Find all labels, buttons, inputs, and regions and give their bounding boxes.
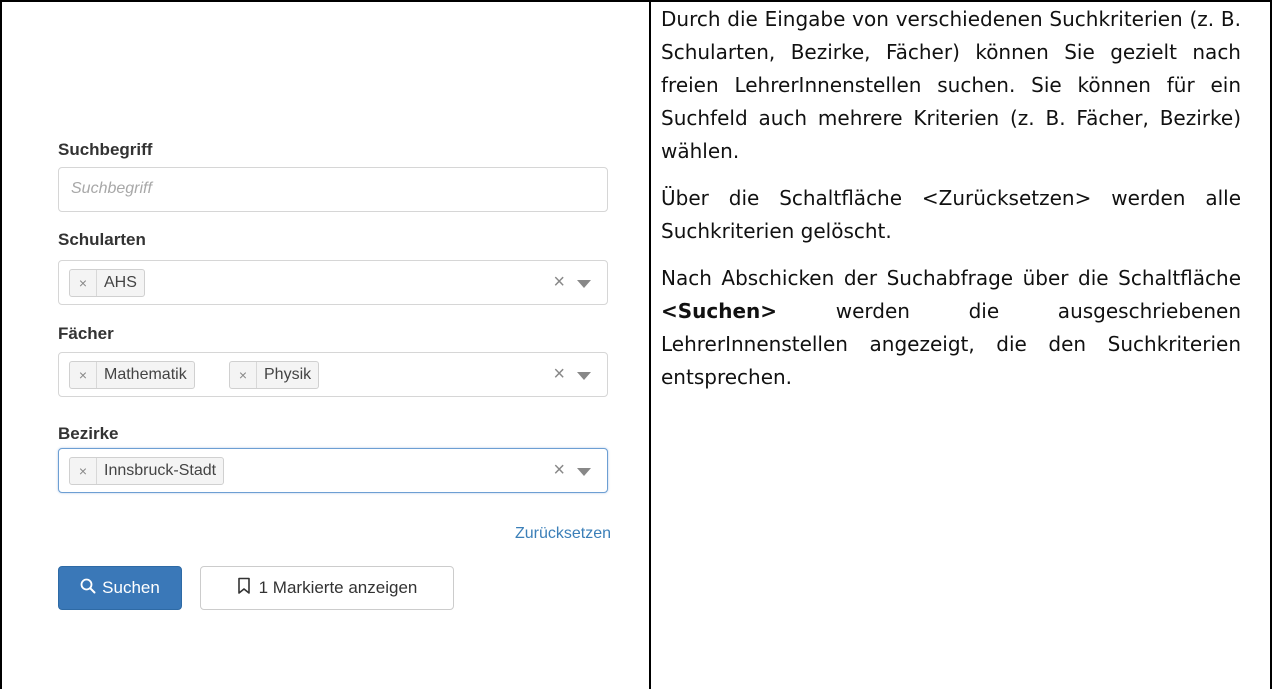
description-text: Durch die Eingabe von verschiedenen Such…: [661, 3, 1241, 408]
clear-icon[interactable]: ×: [553, 364, 565, 384]
school-types-label: Schularten: [58, 230, 146, 249]
districts-select[interactable]: × Innsbruck-Stadt ×: [58, 448, 608, 493]
clear-icon[interactable]: ×: [553, 460, 565, 480]
tag-label: Physik: [264, 366, 312, 383]
tag-label: Mathematik: [104, 366, 187, 383]
show-marked-button-label: 1 Markierte anzeigen: [258, 578, 418, 597]
description-paragraph-1: Durch die Eingabe von verschiedenen Such…: [661, 7, 1241, 163]
school-types-select[interactable]: × AHS ×: [58, 260, 608, 305]
paragraph-3-start: Nach Abschicken der Suchabfrage über die…: [661, 266, 1241, 290]
search-term-label: Suchbegriff: [58, 140, 153, 159]
reset-link[interactable]: Zurücksetzen: [515, 525, 611, 543]
bookmark-icon: [237, 577, 251, 600]
tag-remove-icon[interactable]: ×: [70, 458, 97, 484]
districts-label: Bezirke: [58, 424, 119, 443]
caret-down-icon[interactable]: [577, 468, 591, 476]
tag-innsbruck-stadt: × Innsbruck-Stadt: [69, 457, 225, 485]
search-button-reference: <Suchen>: [661, 299, 778, 323]
tag-physik: × Physik: [229, 361, 320, 389]
description-paragraph-3: Nach Abschicken der Suchabfrage über die…: [661, 262, 1241, 394]
tag-label: AHS: [104, 274, 137, 291]
tag-mathematik: × Mathematik: [69, 361, 195, 389]
subjects-label: Fächer: [58, 324, 114, 343]
subjects-select[interactable]: × Mathematik × Physik ×: [58, 352, 608, 397]
tag-ahs: × AHS: [69, 269, 145, 297]
search-button-label: Suchen: [102, 578, 160, 597]
search-icon: [80, 578, 96, 599]
clear-icon[interactable]: ×: [553, 272, 565, 292]
column-divider: [649, 0, 651, 689]
show-marked-button[interactable]: 1 Markierte anzeigen: [200, 566, 454, 610]
tag-label: Innsbruck-Stadt: [104, 462, 217, 479]
caret-down-icon[interactable]: [577, 280, 591, 288]
tag-remove-icon[interactable]: ×: [70, 270, 97, 296]
tag-remove-icon[interactable]: ×: [230, 362, 257, 388]
caret-down-icon[interactable]: [577, 372, 591, 380]
description-paragraph-2: Über die Schaltfläche <Zurücksetzen> wer…: [661, 186, 1241, 243]
search-button[interactable]: Suchen: [58, 566, 182, 610]
search-term-placeholder: Suchbegriff: [71, 180, 152, 197]
search-term-input[interactable]: Suchbegriff: [58, 167, 608, 212]
tag-remove-icon[interactable]: ×: [70, 362, 97, 388]
